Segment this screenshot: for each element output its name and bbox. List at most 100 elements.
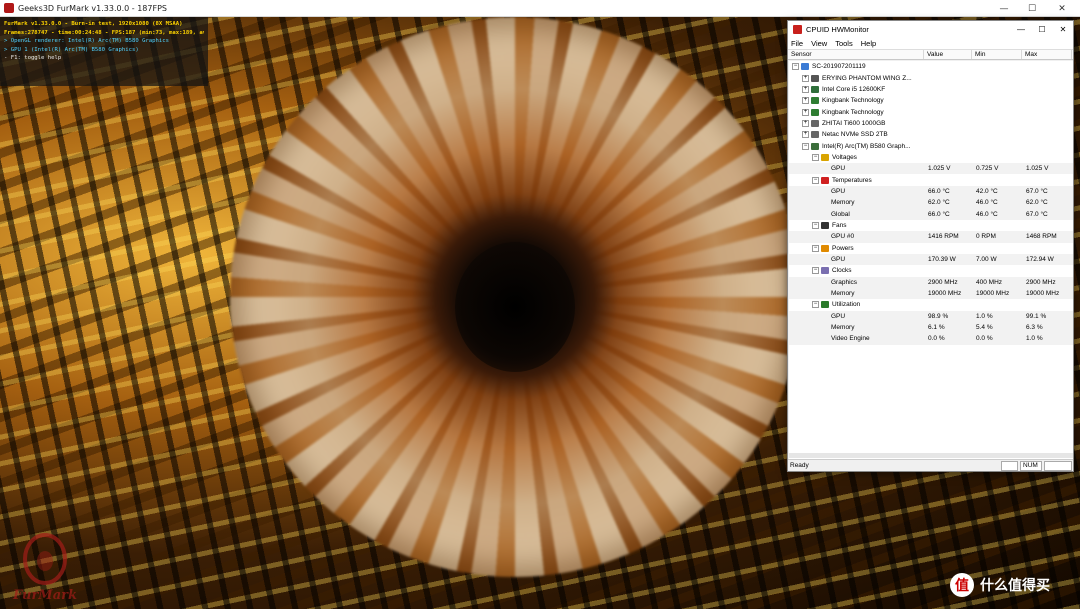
sensor-cell: + Kingbank Technology (789, 108, 925, 116)
menu-tools[interactable]: Tools (835, 39, 853, 48)
hwm-close-button[interactable]: ✕ (1052, 21, 1074, 37)
sensor-row[interactable]: GPU 98.9 % 1.0 % 99.1 % (789, 310, 1073, 322)
fan-icon (821, 221, 829, 229)
drive-icon (811, 119, 819, 127)
furmark-logo-icon (23, 533, 67, 585)
column-header-value[interactable]: Value (924, 50, 972, 59)
collapse-icon[interactable]: − (812, 244, 819, 252)
sensor-row[interactable]: Memory 19000 MHz 19000 MHz 19000 MHz (789, 287, 1073, 300)
sensor-label: Global (831, 210, 850, 218)
collapse-icon[interactable]: − (812, 153, 819, 161)
sensor-row[interactable]: Graphics 2900 MHz 400 MHz 2900 MHz (789, 276, 1073, 288)
sensor-cell: − Intel(R) Arc(TM) B580 Graph... (789, 142, 925, 150)
expand-icon[interactable]: + (802, 108, 809, 116)
sensor-cell: GPU (789, 165, 925, 172)
sensor-label: Clocks (832, 267, 852, 275)
sensor-cell: Memory (789, 290, 925, 297)
sensor-row[interactable]: − Clocks (789, 265, 1073, 276)
sensor-row[interactable]: Memory 62.0 °C 46.0 °C 62.0 °C (789, 197, 1073, 209)
osd-line-frames: Frames:278747 - time:00:24:48 - FPS:187 … (4, 29, 204, 36)
sensor-max: 67.0 °C (1026, 187, 1048, 195)
sensor-row[interactable]: Global 66.0 °C 46.0 °C 67.0 °C (789, 208, 1073, 220)
sensor-label: GPU (831, 165, 846, 173)
sensor-row[interactable]: GPU 1.025 V 0.725 V 1.025 V (789, 163, 1073, 175)
sensor-value: 0.0 % (928, 335, 945, 343)
memory-icon (811, 108, 819, 116)
sensor-cell: − Utilization (789, 301, 925, 309)
sensor-row[interactable]: + Kingbank Technology (789, 95, 1073, 106)
expand-icon[interactable]: + (802, 119, 809, 127)
hwmonitor-window[interactable]: CPUID HWMonitor — ☐ ✕ File View Tools He… (787, 20, 1074, 472)
menu-view[interactable]: View (811, 39, 827, 48)
sensor-row[interactable]: + ZHITAI Ti600 1000GB (789, 118, 1073, 129)
furmark-titlebar[interactable]: Geeks3D FurMark v1.33.0.0 - 187FPS — ☐ ✕ (0, 0, 1080, 17)
sensor-cell: + Netac NVMe SSD 2TB (789, 131, 925, 139)
sensor-label: ERYING PHANTOM WING Z... (822, 74, 912, 82)
sensor-row[interactable]: + ERYING PHANTOM WING Z... (789, 72, 1073, 83)
collapse-icon[interactable]: − (812, 267, 819, 275)
collapse-icon[interactable]: − (812, 176, 819, 184)
sensor-row[interactable]: − Intel(R) Arc(TM) B580 Graph... (789, 140, 1073, 151)
status-box-empty (1001, 461, 1018, 471)
horizontal-scrollbar[interactable] (789, 453, 1073, 458)
sensor-value: 1.025 V (928, 165, 951, 173)
collapse-icon[interactable]: − (792, 63, 799, 71)
sensor-row[interactable]: − Powers (789, 243, 1073, 254)
hwmonitor-title: CPUID HWMonitor (806, 24, 869, 34)
sensor-row[interactable]: + Netac NVMe SSD 2TB (789, 129, 1073, 140)
sensor-row[interactable]: − Temperatures (789, 174, 1073, 185)
maximize-button[interactable]: ☐ (1018, 0, 1046, 17)
sensor-tree[interactable]: − SC-201907201119 + ERYING PHANTOM WING Z..… (789, 61, 1073, 459)
hwm-minimize-button[interactable]: — (1010, 21, 1032, 37)
furmark-logo-text: FurMark (13, 588, 77, 603)
sensor-value: 2900 MHz (928, 278, 958, 286)
sensor-cell: − Fans (789, 221, 925, 229)
sensor-row[interactable]: Video Engine 0.0 % 0.0 % 1.0 % (789, 333, 1073, 345)
expand-icon[interactable]: + (802, 74, 809, 82)
sensor-max: 67.0 °C (1026, 210, 1048, 218)
collapse-icon[interactable]: − (802, 142, 809, 150)
hwmonitor-titlebar[interactable]: CPUID HWMonitor — ☐ ✕ (788, 21, 1073, 37)
sensor-row[interactable]: + Intel Core i5 12600KF (789, 84, 1073, 95)
furmark-window-title: Geeks3D FurMark v1.33.0.0 - 187FPS (18, 3, 167, 13)
sensor-row[interactable]: − Voltages (789, 152, 1073, 163)
sensor-row[interactable]: + Kingbank Technology (789, 106, 1073, 117)
sensor-row[interactable]: − Utilization (789, 299, 1073, 310)
column-header-max[interactable]: Max (1022, 50, 1072, 59)
sensor-cell: Memory (789, 324, 925, 331)
minimize-button[interactable]: — (990, 0, 1018, 17)
osd-line-renderer: > OpenGL renderer: Intel(R) Arc(TM) B580… (4, 38, 170, 45)
sensor-row[interactable]: Memory 6.1 % 5.4 % 6.3 % (789, 321, 1073, 334)
expand-icon[interactable]: + (802, 85, 809, 93)
sensor-label: Intel(R) Arc(TM) B580 Graph... (822, 142, 911, 150)
sensor-row[interactable]: − SC-201907201119 (789, 61, 1073, 72)
sensor-max: 2900 MHz (1026, 278, 1056, 286)
sensor-row[interactable]: − Fans (789, 220, 1073, 231)
column-header-min[interactable]: Min (972, 50, 1022, 59)
sensor-label: Memory (831, 324, 855, 332)
menu-file[interactable]: File (791, 39, 803, 48)
sensor-value: 98.9 % (928, 312, 949, 320)
collapse-icon[interactable]: − (812, 301, 819, 309)
clock-icon (821, 267, 829, 275)
furmark-osd: FurMark v1.33.0.0 - Burn-in test, 1920x1… (0, 17, 208, 86)
thermometer-icon (821, 176, 829, 184)
collapse-icon[interactable]: − (812, 221, 819, 229)
sensor-cell: − Voltages (789, 153, 925, 161)
sensor-cell: GPU #0 (789, 233, 925, 240)
column-header-sensor[interactable]: Sensor (788, 50, 924, 59)
sensor-min: 46.0 °C (976, 210, 998, 218)
drive-icon (811, 131, 819, 139)
sensor-row[interactable]: GPU 66.0 °C 42.0 °C 67.0 °C (789, 185, 1073, 198)
sensor-label: GPU #0 (831, 233, 855, 241)
sensor-row[interactable]: GPU #0 1416 RPM 0 RPM 1468 RPM (789, 231, 1073, 243)
sensor-label: Kingbank Technology (822, 97, 884, 105)
sensor-min: 1.0 % (976, 312, 993, 320)
hwm-maximize-button[interactable]: ☐ (1031, 21, 1053, 37)
menu-help[interactable]: Help (861, 39, 876, 48)
sensor-label: Memory (831, 290, 855, 298)
expand-icon[interactable]: + (802, 97, 809, 105)
expand-icon[interactable]: + (802, 131, 809, 139)
sensor-row[interactable]: GPU 170.39 W 7.00 W 172.94 W (789, 253, 1073, 266)
close-button[interactable]: ✕ (1048, 0, 1076, 17)
